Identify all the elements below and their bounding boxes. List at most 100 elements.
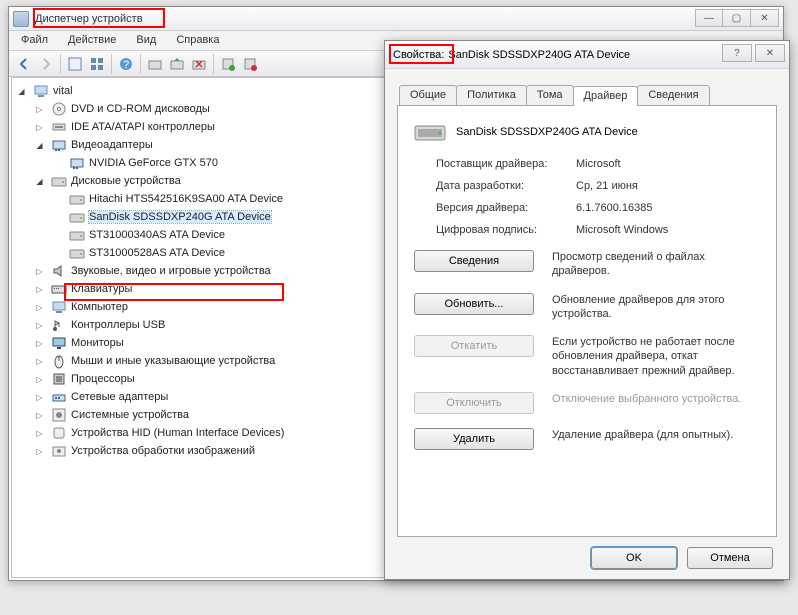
computer-icon	[51, 299, 67, 315]
gpu-icon	[51, 137, 67, 153]
expand-toggle[interactable]	[52, 248, 63, 259]
menu-help[interactable]: Справка	[166, 31, 229, 50]
window-titlebar[interactable]: Диспетчер устройств — ▢ ✕	[9, 7, 783, 31]
hid-icon	[51, 425, 67, 441]
expand-toggle[interactable]	[34, 392, 45, 403]
menu-action[interactable]: Действие	[58, 31, 126, 50]
disk-icon	[69, 245, 85, 261]
disable-button[interactable]: Отключить	[414, 392, 534, 414]
expand-toggle[interactable]	[34, 410, 45, 421]
gpu-icon	[69, 155, 85, 171]
tb-back-icon[interactable]	[13, 53, 35, 75]
maximize-button[interactable]: ▢	[723, 9, 751, 27]
dialog-buttons: OK Отмена	[591, 547, 773, 569]
tree-label: SanDisk SDSSDXP240G ATA Device	[89, 211, 271, 223]
tree-label: Сетевые адаптеры	[71, 391, 168, 403]
computer-icon	[33, 83, 49, 99]
tree-label: Процессоры	[71, 373, 135, 385]
properties-dialog: Свойства: SanDisk SDSSDXP240G ATA Device…	[384, 40, 790, 580]
ok-button[interactable]: OK	[591, 547, 677, 569]
tree-label: Видеоадаптеры	[71, 139, 153, 151]
expand-toggle[interactable]	[34, 302, 45, 313]
tab-panel: SanDisk SDSSDXP240G ATA Device Поставщик…	[397, 105, 777, 537]
menu-view[interactable]: Вид	[126, 31, 166, 50]
tb-help-icon[interactable]: ?	[115, 53, 137, 75]
tree-label: Мыши и иные указывающие устройства	[71, 355, 275, 367]
title-device: SanDisk SDSSDXP240G ATA Device	[448, 49, 630, 61]
tree-label: ST31000340AS ATA Device	[89, 229, 225, 241]
dialog-help-button[interactable]: ?	[722, 44, 752, 62]
expand-toggle[interactable]	[16, 86, 27, 97]
net-icon	[51, 389, 67, 405]
tab-volumes[interactable]: Тома	[526, 85, 574, 105]
window-controls: — ▢ ✕	[695, 9, 779, 27]
expand-toggle[interactable]	[34, 284, 45, 295]
sys-icon	[51, 407, 67, 423]
expand-toggle[interactable]	[52, 212, 63, 223]
tb-view-icon[interactable]	[86, 53, 108, 75]
expand-toggle[interactable]	[34, 320, 45, 331]
usb-icon	[51, 317, 67, 333]
expand-toggle[interactable]	[52, 230, 63, 241]
rollback-button[interactable]: Откатить	[414, 335, 534, 357]
expand-toggle[interactable]	[34, 428, 45, 439]
expand-toggle[interactable]	[34, 338, 45, 349]
tb-fwd-icon[interactable]	[35, 53, 57, 75]
disk-icon	[69, 227, 85, 243]
separator	[60, 54, 61, 74]
tb-scan-icon[interactable]	[144, 53, 166, 75]
tree-label: vital	[53, 85, 73, 97]
update-button[interactable]: Обновить...	[414, 293, 534, 315]
tab-policy[interactable]: Политика	[456, 85, 527, 105]
tab-bar: Общие Политика Тома Драйвер Сведения	[399, 85, 709, 105]
minimize-button[interactable]: —	[695, 9, 723, 27]
tree-label: DVD и CD-ROM дисководы	[71, 103, 210, 115]
tab-general[interactable]: Общие	[399, 85, 457, 105]
expand-toggle[interactable]	[34, 140, 45, 151]
disk-icon	[69, 209, 85, 225]
remove-button[interactable]: Удалить	[414, 428, 534, 450]
menu-file[interactable]: Файл	[11, 31, 58, 50]
tree-label: IDE ATA/ATAPI контроллеры	[71, 121, 215, 133]
expand-toggle[interactable]	[34, 176, 45, 187]
details-button[interactable]: Сведения	[414, 250, 534, 272]
cancel-button[interactable]: Отмена	[687, 547, 773, 569]
expand-toggle[interactable]	[34, 374, 45, 385]
tb-props-icon[interactable]	[64, 53, 86, 75]
close-button[interactable]: ✕	[751, 9, 779, 27]
update-desc: Обновление драйверов для этого устройств…	[552, 293, 760, 322]
tab-details[interactable]: Сведения	[637, 85, 709, 105]
tb-update-driver-icon[interactable]	[166, 53, 188, 75]
expand-toggle[interactable]	[34, 104, 45, 115]
svg-text:?: ?	[123, 59, 129, 71]
audio-icon	[51, 263, 67, 279]
expand-toggle[interactable]	[34, 356, 45, 367]
expand-toggle[interactable]	[52, 158, 63, 169]
monitor-icon	[51, 335, 67, 351]
tb-uninstall-icon[interactable]	[188, 53, 210, 75]
tab-driver[interactable]: Драйвер	[573, 86, 639, 106]
dialog-titlebar[interactable]: Свойства: SanDisk SDSSDXP240G ATA Device…	[385, 41, 789, 69]
dialog-close-button[interactable]: ✕	[755, 44, 785, 62]
separator	[111, 54, 112, 74]
tb-enable-icon[interactable]	[217, 53, 239, 75]
title-prefix: Свойства:	[393, 49, 444, 61]
tree-label: Устройства HID (Human Interface Devices)	[71, 427, 284, 439]
tree-label: Дисковые устройства	[71, 175, 181, 187]
disk-icon	[69, 191, 85, 207]
date-label: Дата разработки:	[436, 180, 576, 192]
kb-icon	[51, 281, 67, 297]
provider-label: Поставщик драйвера:	[436, 158, 576, 170]
window-title: Диспетчер устройств	[35, 13, 143, 25]
mouse-icon	[51, 353, 67, 369]
tree-label: Компьютер	[71, 301, 128, 313]
expand-toggle[interactable]	[34, 122, 45, 133]
tree-label: Устройства обработки изображений	[71, 445, 255, 457]
expand-toggle[interactable]	[52, 194, 63, 205]
version-value: 6.1.7600.16385	[576, 202, 652, 214]
expand-toggle[interactable]	[34, 266, 45, 277]
expand-toggle[interactable]	[34, 446, 45, 457]
tb-disable-icon[interactable]	[239, 53, 261, 75]
cd-icon	[51, 101, 67, 117]
separator	[213, 54, 214, 74]
